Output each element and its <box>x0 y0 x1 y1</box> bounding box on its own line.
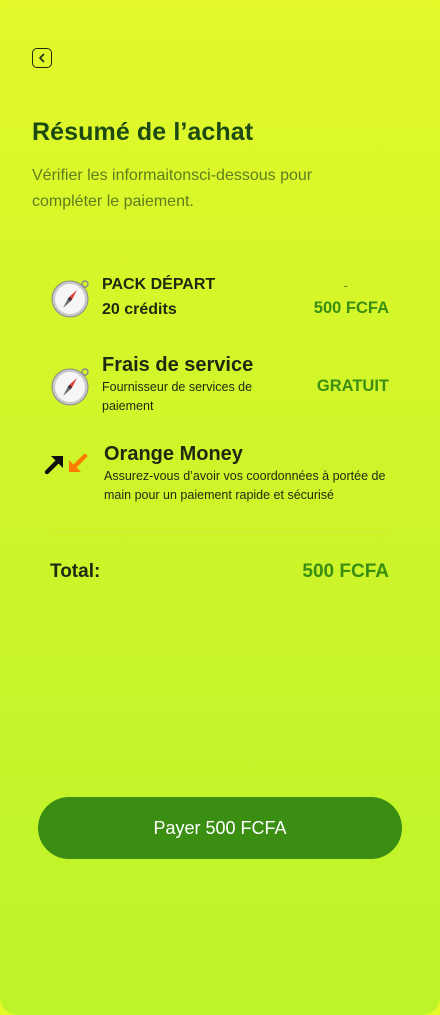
total-label: Total: <box>50 561 101 582</box>
page-title: Résumé de l’achat <box>32 118 254 146</box>
payment-method-description: Assurez-vous d’avoir vos coordonnées à p… <box>104 469 386 502</box>
pack-name: PACK DÉPART <box>102 276 216 293</box>
chevron-left-icon <box>39 53 45 63</box>
service-fee-price: GRATUIT <box>316 377 389 395</box>
service-fee-description: Fournisseur de services de paiement <box>102 380 253 413</box>
payment-method-row: Orange Money Assurez-vous d’avoir vos co… <box>44 443 390 505</box>
summary-divider <box>50 531 390 532</box>
payment-method-name: Orange Money <box>104 443 243 465</box>
compass-icon <box>51 280 89 318</box>
pack-price: 500 FCFA <box>313 299 389 317</box>
service-fee-row: Frais de service Fournisseur de services… <box>50 354 390 416</box>
pay-button[interactable]: Payer 500 FCFA <box>38 797 402 859</box>
total-value: 500 FCFA <box>302 561 389 582</box>
pack-row: PACK DÉPART 20 crédits - 500 FCFA <box>50 276 390 324</box>
service-fee-name: Frais de service <box>102 354 254 376</box>
orange-money-logo-icon <box>44 453 88 475</box>
compass-icon <box>51 368 89 406</box>
back-button[interactable] <box>32 48 52 68</box>
purchase-summary-screen: Résumé de l’achat Vérifier les informait… <box>0 0 440 1015</box>
pack-credits: 20 crédits <box>102 301 177 318</box>
page-subtitle: Vérifier les informaitonsci-dessous pour… <box>32 167 313 210</box>
pack-dash: - <box>343 278 348 293</box>
